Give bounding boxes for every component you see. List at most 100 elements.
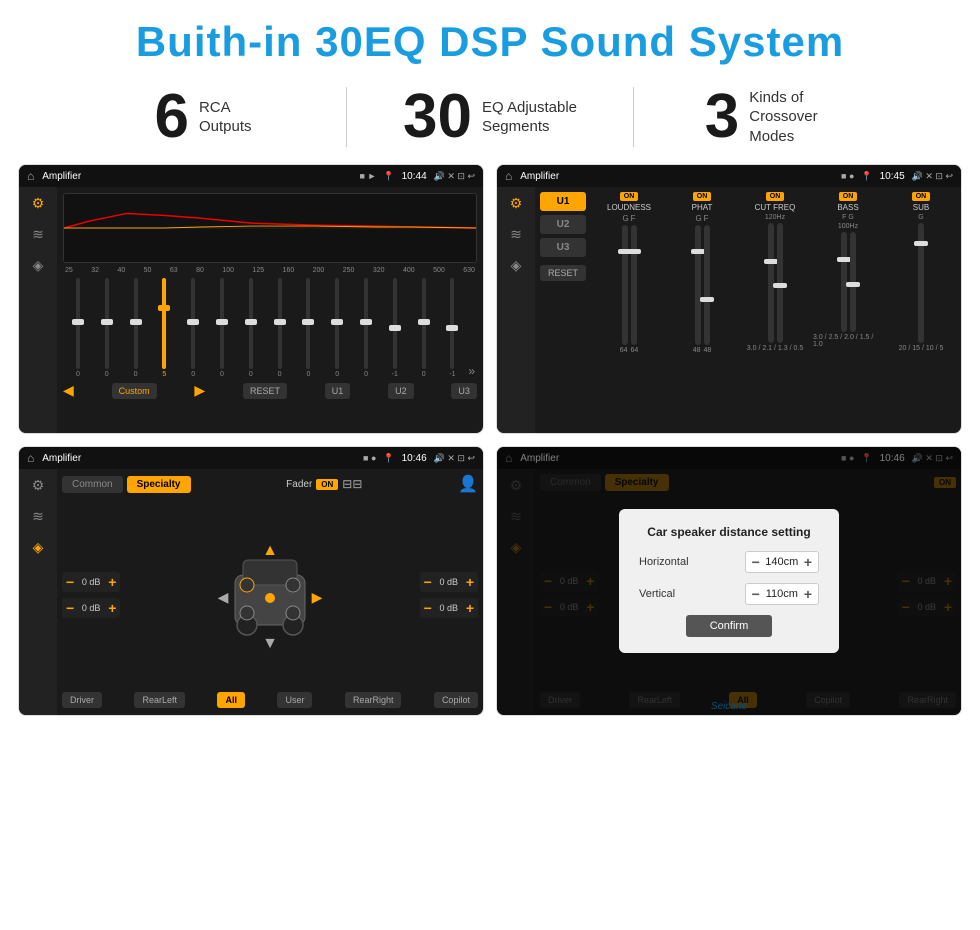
eq-slider-12[interactable]: -1	[382, 278, 408, 378]
screen3-home-icon[interactable]: ⌂	[27, 451, 34, 465]
sp-specialty-tab[interactable]: Specialty	[127, 476, 191, 493]
cr-main-area: U1 U2 U3 RESET ON LOUDNESS GF	[535, 187, 961, 433]
freq-320: 320	[373, 267, 385, 274]
cr-loudness-on[interactable]: ON	[620, 192, 639, 201]
cr-phat-slider1[interactable]	[695, 225, 701, 345]
cr-phat-on[interactable]: ON	[693, 192, 712, 201]
stats-row: 6 RCAOutputs 30 EQ AdjustableSegments 3 …	[0, 76, 980, 164]
cr-reset-btn[interactable]: RESET	[540, 265, 586, 281]
cr-sub-label: SUB	[913, 203, 929, 212]
freq-400: 400	[403, 267, 415, 274]
sp-speaker-icon[interactable]: ◈	[33, 539, 44, 556]
sp-bot-left-minus[interactable]: −	[66, 600, 74, 616]
cr-u3-btn[interactable]: U3	[540, 238, 586, 257]
dialog-confirm-button[interactable]: Confirm	[686, 615, 773, 637]
cr-wave-icon[interactable]: ≋	[510, 226, 522, 243]
eq-slider-4[interactable]: 5	[151, 278, 177, 378]
screen3-app-title: Amplifier	[42, 453, 359, 464]
sp-tune-icon[interactable]: ⚙	[32, 477, 45, 494]
sp-left-controls: − 0 dB + − 0 dB +	[62, 572, 120, 618]
sp-user-icon[interactable]: 👤	[458, 474, 478, 494]
eq-u2-btn[interactable]: U2	[388, 383, 414, 399]
cr-loudness-slider2[interactable]	[631, 225, 637, 345]
cr-sub-slider1[interactable]	[918, 223, 924, 343]
eq-sidebar: ⚙ ≋ ◈	[19, 187, 57, 433]
cr-u1-btn[interactable]: U1	[540, 192, 586, 211]
eq-sidebar-tune-icon[interactable]: ⚙	[32, 195, 45, 212]
eq-slider-6[interactable]: 0	[209, 278, 235, 378]
cr-sub-on[interactable]: ON	[912, 192, 931, 201]
eq-sliders-area: 0 0 0 5 0 0 0 0 0 0 0 -1 0 -1 »	[63, 278, 477, 378]
dialog-horizontal-control: − 140cm +	[745, 551, 819, 573]
cr-tune-icon[interactable]: ⚙	[510, 195, 523, 212]
dialog-horizontal-minus[interactable]: −	[752, 554, 760, 570]
eq-reset-btn[interactable]: RESET	[243, 383, 287, 399]
sp-car-diagram: ▲ ▼ ◀ ▶	[120, 530, 419, 660]
cr-u2-btn[interactable]: U2	[540, 215, 586, 234]
page-header: Buith-in 30EQ DSP Sound System	[0, 0, 980, 76]
sp-user-btn[interactable]: User	[277, 692, 312, 708]
stat-crossover-label: Kinds ofCrossover Modes	[749, 88, 849, 147]
freq-63: 63	[170, 267, 178, 274]
eq-sidebar-wave-icon[interactable]: ≋	[32, 226, 44, 243]
cr-u-buttons: U1 U2 U3 RESET	[540, 192, 586, 428]
sp-bot-left-control: − 0 dB +	[62, 598, 120, 618]
sp-on-badge[interactable]: ON	[316, 479, 338, 490]
sp-bot-right-minus[interactable]: −	[424, 600, 432, 616]
eq-slider-3[interactable]: 0	[123, 278, 149, 378]
sp-bot-right-plus[interactable]: +	[466, 600, 474, 616]
dialog-vertical-plus[interactable]: +	[804, 586, 812, 602]
sp-bot-right-control: − 0 dB +	[420, 598, 478, 618]
sp-common-tab[interactable]: Common	[62, 476, 123, 493]
cr-phat-sliders	[695, 225, 710, 345]
eq-slider-8[interactable]: 0	[267, 278, 293, 378]
sp-bot-left-plus[interactable]: +	[108, 600, 116, 616]
eq-slider-9[interactable]: 0	[296, 278, 322, 378]
sp-rear-left-btn[interactable]: RearLeft	[134, 692, 185, 708]
cr-sub: ON SUB G 20 / 15 / 10 / 5	[886, 192, 956, 428]
cr-phat-label: PHAT	[692, 203, 713, 212]
eq-u1-btn[interactable]: U1	[325, 383, 351, 399]
home-icon[interactable]: ⌂	[27, 169, 34, 183]
eq-u3-btn[interactable]: U3	[451, 383, 477, 399]
prev-arrow[interactable]: ◀	[63, 382, 74, 399]
cr-cutfreq-sliders	[768, 223, 783, 343]
cr-sub-sublabel: G	[918, 214, 923, 221]
sp-copilot-btn[interactable]: Copilot	[434, 692, 478, 708]
sp-all-btn[interactable]: All	[217, 692, 245, 708]
cr-cutfreq-values: 3.0 / 2.1 / 1.3 / 0.5	[747, 345, 803, 352]
eq-slider-2[interactable]: 0	[94, 278, 120, 378]
sp-fader-label: Fader	[286, 479, 312, 490]
eq-slider-14[interactable]: -1	[440, 278, 466, 378]
cr-content: U1 U2 U3 RESET ON LOUDNESS GF	[540, 192, 956, 428]
sp-top-right-plus[interactable]: +	[466, 574, 474, 590]
eq-slider-1[interactable]: 0	[65, 278, 91, 378]
screen2-home-icon[interactable]: ⌂	[505, 169, 512, 183]
eq-custom-btn[interactable]: Custom	[112, 383, 157, 399]
dialog-vertical-minus[interactable]: −	[752, 586, 760, 602]
cr-phat-slider2[interactable]	[704, 225, 710, 345]
sp-top-left-plus[interactable]: +	[108, 574, 116, 590]
cr-cutfreq-slider2[interactable]	[777, 223, 783, 343]
eq-sidebar-speaker-icon[interactable]: ◈	[33, 257, 44, 274]
eq-slider-13[interactable]: 0	[411, 278, 437, 378]
dialog-horizontal-plus[interactable]: +	[804, 554, 812, 570]
eq-slider-11[interactable]: 0	[353, 278, 379, 378]
sp-wave-icon[interactable]: ≋	[32, 508, 44, 525]
stat-rca-number: 6	[154, 86, 188, 148]
cr-bass-slider2[interactable]	[850, 232, 856, 332]
eq-slider-10[interactable]: 0	[324, 278, 350, 378]
cr-cutfreq-on[interactable]: ON	[766, 192, 785, 201]
eq-slider-7[interactable]: 0	[238, 278, 264, 378]
sp-top-left-minus[interactable]: −	[66, 574, 74, 590]
cr-bass-on[interactable]: ON	[839, 192, 858, 201]
sp-driver-btn[interactable]: Driver	[62, 692, 102, 708]
cr-loudness-slider1[interactable]	[622, 225, 628, 345]
cr-speaker-icon[interactable]: ◈	[511, 257, 522, 274]
next-arrow[interactable]: ▶	[194, 382, 205, 399]
eq-expand-btn[interactable]: »	[468, 364, 475, 378]
cr-loudness-label: LOUDNESS	[607, 203, 651, 212]
sp-top-right-minus[interactable]: −	[424, 574, 432, 590]
eq-slider-5[interactable]: 0	[180, 278, 206, 378]
sp-rear-right-btn[interactable]: RearRight	[345, 692, 402, 708]
